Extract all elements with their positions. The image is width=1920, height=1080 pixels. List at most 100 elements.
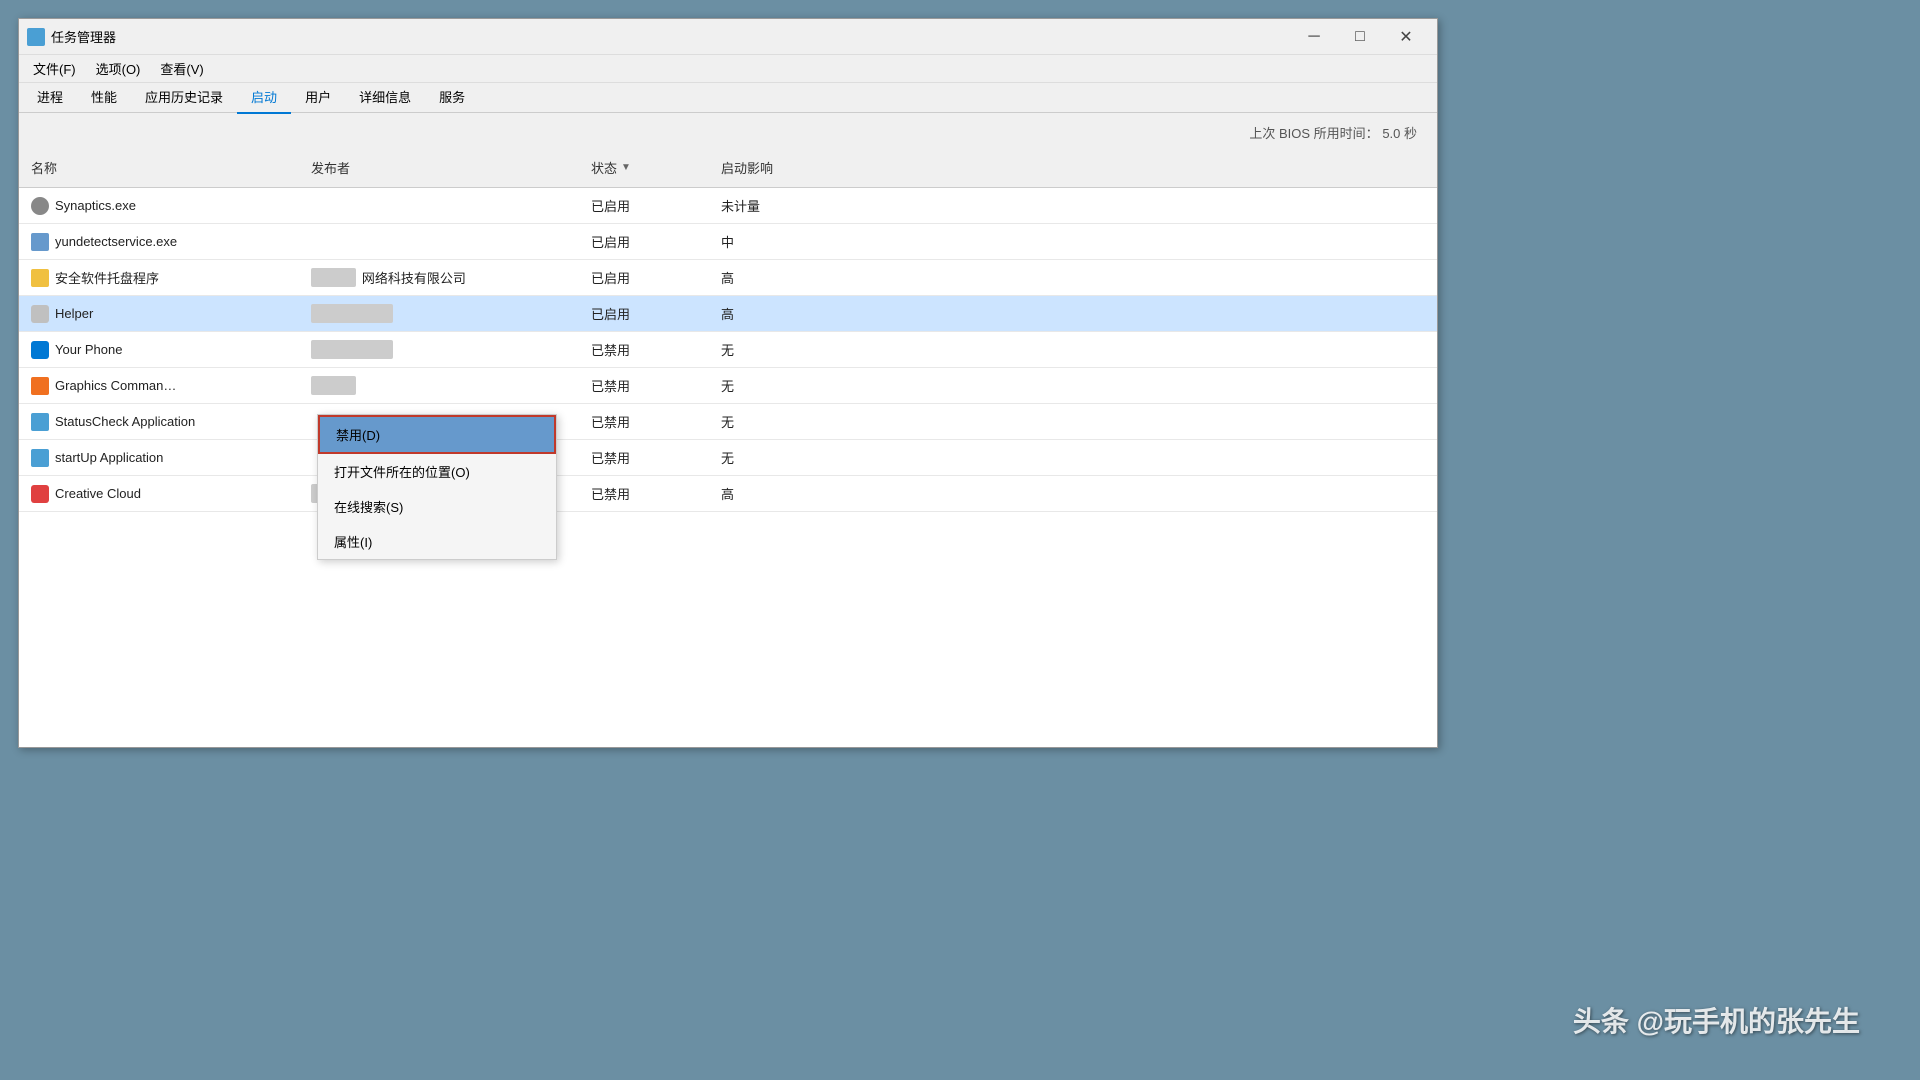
window-icon: [27, 28, 45, 46]
bios-info: 上次 BIOS 所用时间： 5.0 秒: [19, 113, 1437, 148]
tab-performance[interactable]: 性能: [77, 81, 131, 114]
cell-publisher: [299, 202, 579, 210]
cell-extra: [839, 490, 1437, 498]
blurred-publisher: ████: [311, 268, 356, 287]
synaptics-icon: [31, 197, 49, 215]
cell-name: Creative Cloud: [19, 481, 299, 507]
cell-publisher: ████: [299, 372, 579, 399]
cell-extra: [839, 454, 1437, 462]
table-body: Synaptics.exe 已启用 未计量 yundetectservice.e…: [19, 188, 1437, 747]
cell-status: 已禁用: [579, 480, 709, 507]
cell-extra: [839, 346, 1437, 354]
cell-status: 已禁用: [579, 372, 709, 399]
cell-extra: [839, 202, 1437, 210]
bios-value: 5.0 秒: [1382, 126, 1417, 141]
cell-name: 安全软件托盘程序: [19, 264, 299, 291]
table-row[interactable]: Graphics Comman… ████ 已禁用 无: [19, 368, 1437, 404]
cell-impact: 无: [709, 408, 839, 435]
context-menu-properties[interactable]: 属性(I): [318, 524, 556, 559]
table-row[interactable]: Helper ████████ 已启用 高 禁用(D) 打开文件所在的位置(O)…: [19, 296, 1437, 332]
cell-extra: [839, 238, 1437, 246]
helper-icon: [31, 305, 49, 323]
table-row[interactable]: Your Phone ████████ 已禁用 无: [19, 332, 1437, 368]
tab-app-history[interactable]: 应用历史记录: [131, 81, 237, 114]
minimize-button[interactable]: ─: [1291, 19, 1337, 55]
cell-impact: 高: [709, 264, 839, 291]
title-bar-buttons: ─ □ ✕: [1291, 19, 1429, 55]
table-row[interactable]: Creative Cloud ████ Systems Incorporated…: [19, 476, 1437, 512]
table-row[interactable]: StatusCheck Application 已禁用 无: [19, 404, 1437, 440]
cell-impact: 无: [709, 336, 839, 363]
cell-impact: 高: [709, 480, 839, 507]
col-impact[interactable]: 启动影响: [709, 154, 839, 181]
tab-services[interactable]: 服务: [425, 81, 479, 114]
watermark: 头条 @玩手机的张先生: [1573, 1000, 1860, 1040]
title-bar: 任务管理器 ─ □ ✕: [19, 19, 1437, 55]
context-menu-open-location[interactable]: 打开文件所在的位置(O): [318, 454, 556, 489]
cell-publisher: ████████: [299, 300, 579, 327]
cell-impact: 中: [709, 228, 839, 255]
tab-details[interactable]: 详细信息: [345, 81, 425, 114]
col-name[interactable]: 名称: [19, 154, 299, 181]
tab-startup[interactable]: 启动: [237, 81, 291, 114]
tab-bar: 进程 性能 应用历史记录 启动 用户 详细信息 服务: [19, 83, 1437, 113]
task-manager-window: 任务管理器 ─ □ ✕ 文件(F) 选项(O) 查看(V) 进程 性能 应用历史…: [18, 18, 1438, 748]
tab-process[interactable]: 进程: [23, 81, 77, 114]
context-menu-search-online[interactable]: 在线搜索(S): [318, 489, 556, 524]
menu-options[interactable]: 选项(O): [86, 55, 151, 82]
col-extra: [839, 154, 1437, 181]
tab-users[interactable]: 用户: [291, 81, 345, 114]
cell-extra: [839, 418, 1437, 426]
cell-name: yundetectservice.exe: [19, 229, 299, 255]
close-button[interactable]: ✕: [1383, 19, 1429, 55]
context-menu: 禁用(D) 打开文件所在的位置(O) 在线搜索(S) 属性(I): [317, 414, 557, 560]
yun-icon: [31, 233, 49, 251]
cell-publisher: ████████: [299, 336, 579, 363]
cell-status: 已禁用: [579, 336, 709, 363]
cell-publisher: [299, 238, 579, 246]
blurred-publisher-helper: ████████: [311, 304, 393, 323]
cell-name: startUp Application: [19, 445, 299, 471]
table-row[interactable]: 安全软件托盘程序 ████ 网络科技有限公司 已启用 高: [19, 260, 1437, 296]
cell-name: Graphics Comman…: [19, 373, 299, 399]
cell-impact: 无: [709, 444, 839, 471]
menu-bar: 文件(F) 选项(O) 查看(V): [19, 55, 1437, 83]
blurred-publisher-phone: ████████: [311, 340, 393, 359]
cell-name: Helper: [19, 301, 299, 327]
startup-icon: [31, 449, 49, 467]
menu-view[interactable]: 查看(V): [150, 55, 213, 82]
cell-extra: [839, 382, 1437, 390]
blurred-publisher-graphics: ████: [311, 376, 356, 395]
creative-icon: [31, 485, 49, 503]
table-row[interactable]: Synaptics.exe 已启用 未计量: [19, 188, 1437, 224]
phone-icon: [31, 341, 49, 359]
cell-status: 已禁用: [579, 444, 709, 471]
cell-status: 已启用: [579, 228, 709, 255]
cell-status: 已启用: [579, 192, 709, 219]
cell-impact: 高: [709, 300, 839, 327]
col-status[interactable]: 状态 ▼: [579, 154, 709, 181]
security-icon: [31, 269, 49, 287]
cell-name: Your Phone: [19, 337, 299, 363]
cell-name: StatusCheck Application: [19, 409, 299, 435]
context-menu-disable[interactable]: 禁用(D): [318, 415, 556, 454]
sort-chevron: ▼: [621, 162, 631, 173]
statuscheck-icon: [31, 413, 49, 431]
maximize-button[interactable]: □: [1337, 19, 1383, 55]
cell-status: 已启用: [579, 300, 709, 327]
table-row[interactable]: startUp Application 已禁用 无: [19, 440, 1437, 476]
table-row[interactable]: yundetectservice.exe 已启用 中: [19, 224, 1437, 260]
bios-label: 上次 BIOS 所用时间：: [1249, 126, 1378, 141]
menu-file[interactable]: 文件(F): [23, 55, 86, 82]
graphics-icon: [31, 377, 49, 395]
col-publisher[interactable]: 发布者: [299, 154, 579, 181]
cell-name: Synaptics.exe: [19, 193, 299, 219]
table-header: 名称 发布者 状态 ▼ 启动影响: [19, 148, 1437, 188]
cell-extra: [839, 274, 1437, 282]
cell-status: 已禁用: [579, 408, 709, 435]
cell-status: 已启用: [579, 264, 709, 291]
cell-extra: [839, 310, 1437, 318]
cell-publisher: ████ 网络科技有限公司: [299, 264, 579, 291]
window-title: 任务管理器: [51, 27, 1291, 46]
cell-impact: 无: [709, 372, 839, 399]
